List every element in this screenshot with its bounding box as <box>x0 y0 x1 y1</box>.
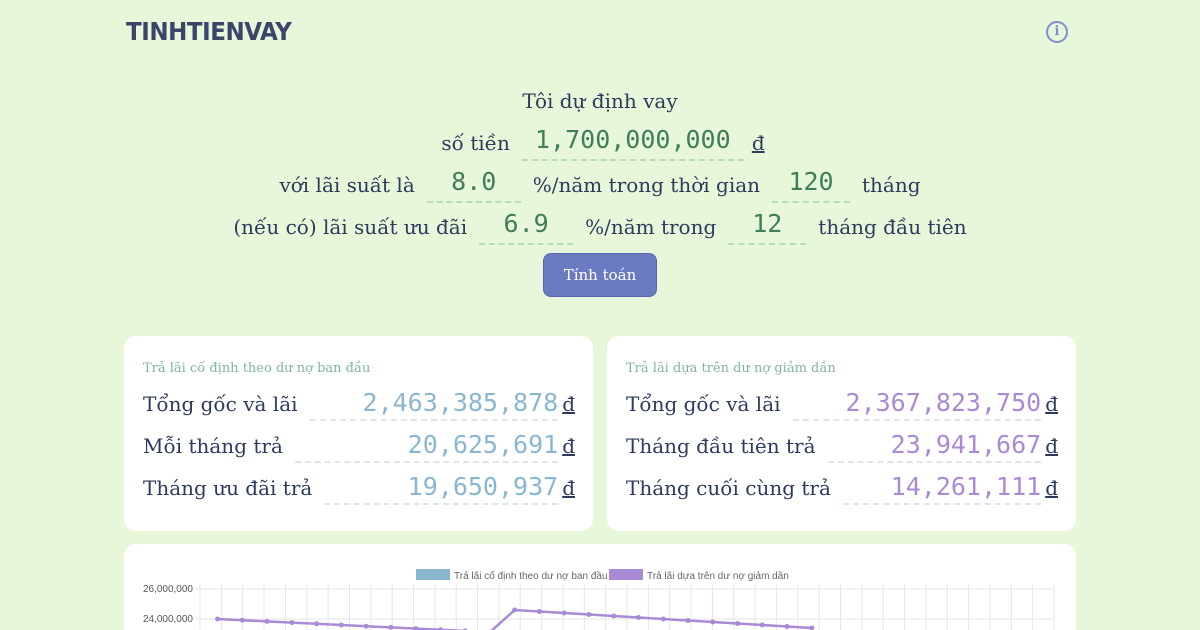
result-value: 23,941,667 <box>827 429 1042 463</box>
result-row-total: Tổng gốc và lãi 2,463,385,878 đ <box>143 386 575 422</box>
card-title: Trả lãi cố định theo dư nợ ban đầu <box>143 361 371 376</box>
result-row-promo: Tháng ưu đãi trả 19,650,937 đ <box>143 470 575 506</box>
declining-interest-card: Trả lãi dựa trên dư nợ giảm dần Tổng gốc… <box>607 336 1076 531</box>
result-label: Tháng cuối cùng trả <box>626 476 831 500</box>
legend-swatch-declining <box>609 569 643 580</box>
y-tick-label: 26,000,000 <box>143 584 193 595</box>
promo-rate-label: (nếu có) lãi suất ưu đãi <box>233 215 468 239</box>
currency-symbol: đ <box>1045 392 1058 416</box>
result-row-total: Tổng gốc và lãi 2,367,823,750 đ <box>626 386 1058 422</box>
result-value: 14,261,111 <box>842 471 1042 505</box>
amount-label: số tiền <box>441 131 510 155</box>
data-point <box>660 616 666 622</box>
result-value: 19,650,937 <box>324 471 559 505</box>
data-point <box>536 609 542 614</box>
y-tick-label: 24,000,000 <box>143 614 193 625</box>
data-point <box>512 607 518 613</box>
card-title: Trả lãi dựa trên dư nợ giảm dần <box>626 361 836 376</box>
data-point <box>561 610 567 616</box>
currency-symbol: đ <box>562 476 575 500</box>
chart-card: Trả lãi cố định theo dư nợ ban đầu Trả l… <box>124 544 1076 630</box>
data-point <box>586 612 592 617</box>
result-label: Mỗi tháng trả <box>143 434 283 458</box>
promo-months-unit-label: tháng đầu tiên <box>818 215 967 239</box>
result-row-first-month: Tháng đầu tiên trả 23,941,667 đ <box>626 428 1058 464</box>
chart-legend: Trả lãi cố định theo dư nợ ban đầu Trả l… <box>416 569 789 582</box>
data-point <box>338 622 344 628</box>
currency-symbol: đ <box>751 131 765 155</box>
form-line-4: (nếu có) lãi suất ưu đãi 6.9 %/năm trong… <box>0 206 1200 248</box>
result-row-monthly: Mỗi tháng trả 20,625,691 đ <box>143 428 575 464</box>
data-point <box>809 625 815 630</box>
data-point <box>784 624 790 629</box>
rate-label: với lãi suất là <box>279 173 415 197</box>
result-label: Tháng ưu đãi trả <box>143 476 313 500</box>
data-point <box>611 613 617 619</box>
data-point <box>759 622 765 628</box>
data-point <box>388 624 394 630</box>
intro-text: Tôi dự định vay <box>522 89 678 113</box>
term-unit-label: tháng <box>862 173 921 197</box>
data-point <box>239 617 245 623</box>
currency-symbol: đ <box>1045 434 1058 458</box>
rate-unit-label: %/năm trong thời gian <box>532 173 761 197</box>
data-point <box>264 618 270 624</box>
loan-form: Tôi dự định vay số tiền 1,700,000,000 đ … <box>0 80 1200 248</box>
legend-label-fixed: Trả lãi cố định theo dư nợ ban đầu <box>454 570 608 582</box>
result-label: Tổng gốc và lãi <box>626 392 781 416</box>
fixed-interest-card: Trả lãi cố định theo dư nợ ban đầu Tổng … <box>124 336 593 531</box>
data-point <box>635 615 641 620</box>
data-point <box>363 623 369 629</box>
data-point <box>215 616 221 622</box>
calculate-button[interactable]: Tính toán <box>543 253 657 297</box>
form-line-3: với lãi suất là 8.0 %/năm trong thời gia… <box>0 164 1200 206</box>
promo-rate-unit-label: %/năm trong <box>585 215 717 239</box>
form-line-2: số tiền 1,700,000,000 đ <box>0 122 1200 164</box>
payment-chart: Trả lãi cố định theo dư nợ ban đầu Trả l… <box>143 569 1055 630</box>
result-label: Tổng gốc và lãi <box>143 392 298 416</box>
currency-symbol: đ <box>1045 476 1058 500</box>
data-point <box>314 621 320 627</box>
info-icon[interactable]: i <box>1046 21 1068 43</box>
currency-symbol: đ <box>562 434 575 458</box>
amount-input[interactable]: 1,700,000,000 <box>521 125 744 161</box>
result-value: 2,367,823,750 <box>792 387 1042 421</box>
legend-label-declining: Trả lãi dựa trên dư nợ giảm dần <box>647 570 789 582</box>
term-months-input[interactable]: 120 <box>772 167 851 203</box>
data-point <box>735 621 741 626</box>
legend-swatch-fixed <box>416 569 450 580</box>
promo-months-input[interactable]: 12 <box>728 209 807 245</box>
result-value: 2,463,385,878 <box>309 387 559 421</box>
promo-rate-input[interactable]: 6.9 <box>479 209 574 245</box>
data-point <box>685 618 691 623</box>
form-line-1: Tôi dự định vay <box>0 80 1200 122</box>
result-row-last-month: Tháng cuối cùng trả 14,261,111 đ <box>626 470 1058 506</box>
data-point <box>710 619 716 625</box>
data-point <box>289 620 295 626</box>
currency-symbol: đ <box>562 392 575 416</box>
interest-rate-input[interactable]: 8.0 <box>426 167 521 203</box>
logo[interactable]: TINHTIENVAY <box>126 17 292 46</box>
result-label: Tháng đầu tiên trả <box>626 434 816 458</box>
result-value: 20,625,691 <box>294 429 559 463</box>
